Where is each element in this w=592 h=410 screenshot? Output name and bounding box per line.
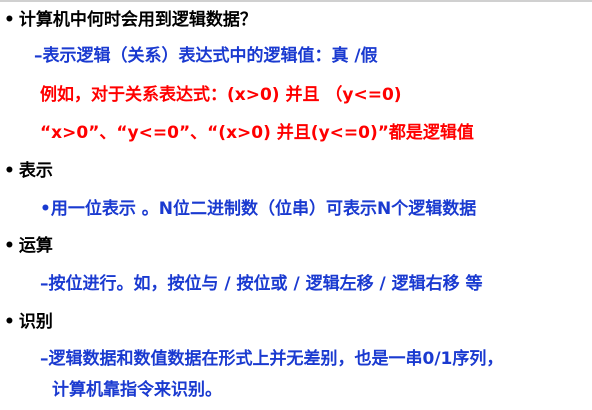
bullet-icon: • <box>4 10 15 30</box>
line-no-difference: –逻辑数据和数值数据在形式上并无差别，也是一串0/1序列， <box>40 349 504 369</box>
heading-text: 表示 <box>18 161 53 181</box>
line-example-values: “x>0”、“y<=0”、“(x>0) 并且(y<=0)”都是逻辑值 <box>40 123 474 143</box>
line-bitwise: –按位进行。如，按位与 / 按位或 / 逻辑左移 / 逻辑右移 等 <box>40 274 483 294</box>
top-divider <box>0 0 592 2</box>
section-heading-recognition: • 识别 <box>4 310 53 334</box>
section-heading-operations: • 运算 <box>4 234 53 258</box>
line-instruction: 计算机靠指令来识别。 <box>52 380 222 400</box>
bullet-icon: • <box>4 312 15 332</box>
heading-text: 运算 <box>18 236 53 256</box>
line-example: 例如，对于关系表达式：(x>0) 并且 （y<=0) <box>40 85 402 105</box>
section-heading-representation: • 表示 <box>4 159 53 183</box>
line-one-bit: •用一位表示 。N位二进制数（位串）可表示N个逻辑数据 <box>40 199 477 219</box>
heading-text: 计算机中何时会用到逻辑数据？ <box>18 10 257 30</box>
section-heading-when-used: • 计算机中何时会用到逻辑数据？ <box>4 8 257 32</box>
heading-text: 识别 <box>18 312 53 332</box>
bullet-icon: • <box>4 161 15 181</box>
line-logic-value: –表示逻辑（关系）表达式中的逻辑值：真 /假 <box>34 46 378 66</box>
bullet-icon: • <box>4 236 15 256</box>
